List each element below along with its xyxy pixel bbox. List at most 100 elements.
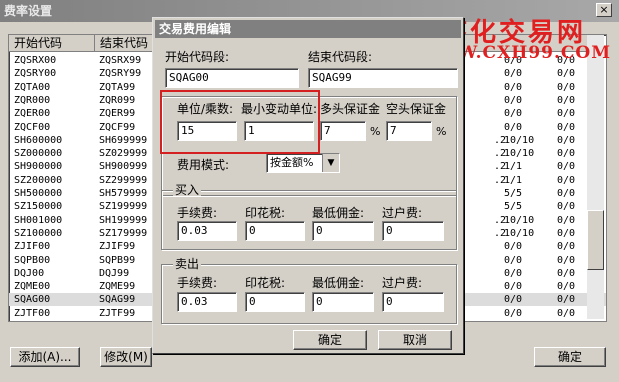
sell-commission-label: 手续费: [177,276,218,290]
chevron-down-icon[interactable]: ▼ [322,154,339,172]
buy-min-comm-label: 最低佣金: [312,206,365,220]
cell-col5: 0/0 [557,161,576,173]
cell-col4: 0/0 [504,68,523,80]
cell-start-code: SZ100000 [14,227,63,239]
cell-col4: 1/1 [504,161,523,173]
vertical-scrollbar[interactable] [587,35,604,319]
buy-transfer-label: 过户费: [382,206,423,220]
cell-col5: 0/0 [557,201,576,213]
cell-col4: 0/0 [504,307,523,319]
cell-col5: 0/0 [557,94,576,106]
cell-end-code: SH579999 [99,188,148,199]
cell-col4: 0/0 [504,81,523,93]
sell-min-comm-field[interactable]: 0 [312,292,374,312]
outer-ok-button[interactable]: 确定 [534,347,606,367]
cell-col5: 0/0 [557,81,576,93]
short-margin-field[interactable]: 7 [386,121,432,141]
cell-start-code: SH001000 [14,214,63,226]
sell-stamp-label: 印花税: [245,276,286,290]
cell-start-code: ZQTA00 [14,81,51,93]
cell-col5: 0/0 [557,267,576,279]
sell-transfer-field[interactable]: 0 [382,292,444,312]
cell-col4: 10/10 [504,227,535,239]
cell-col5: 0/0 [557,307,576,319]
buy-transfer-field[interactable]: 0 [382,221,444,241]
cell-col5: 0/0 [557,108,576,120]
buy-group-title: 买入 [173,183,202,197]
long-margin-label: 多头保证金 [320,102,381,116]
cell-start-code: ZJTF00 [14,307,51,319]
end-code-label: 结束代码段: [308,50,373,64]
cell-end-code: ZQSRY99 [99,68,142,80]
cell-col4: 0/0 [504,108,523,120]
dialog-cancel-button[interactable]: 取消 [378,330,452,350]
cell-col5: 0/0 [557,148,576,160]
fee-edit-dialog: 交易费用编辑 开始代码段: SQAG00 结束代码段: SQAG99 单位/乘数… [152,17,464,354]
cell-col4: 0/0 [504,121,523,133]
cell-start-code: ZQSRX00 [14,55,57,66]
sell-commission-field[interactable]: 0.03 [177,292,237,312]
cell-col4: 0/0 [504,241,523,253]
cell-start-code: DQJ00 [14,267,45,279]
cell-col4: 5/5 [504,201,523,213]
cell-start-code: ZJIF00 [14,241,51,253]
cell-end-code: ZQTA99 [99,81,136,93]
cell-end-code: ZQR099 [99,94,136,106]
short-margin-label: 空头保证金 [386,102,447,116]
cell-col5: 0/0 [557,241,576,253]
sell-transfer-label: 过户费: [382,276,423,290]
cell-start-code: SQAG00 [14,294,51,306]
cell-end-code: SH900999 [99,161,148,173]
cell-end-code: ZJIF99 [99,241,136,253]
cell-col4: 5/5 [504,188,523,199]
cell-end-code: SH199999 [99,214,148,226]
cell-end-code: ZQME99 [99,281,136,293]
buy-stamp-field[interactable]: 0 [245,221,305,241]
sell-group-title: 卖出 [173,257,202,271]
dialog-ok-button[interactable]: 确定 [293,330,367,350]
cell-col4: 1/1 [504,174,523,186]
cell-col5: 0/0 [557,214,576,226]
cell-start-code: ZQER00 [14,108,51,120]
cell-start-code: SQPB00 [14,254,51,266]
start-code-label: 开始代码段: [165,50,230,64]
cell-end-code: SQAG99 [99,294,136,306]
cell-start-code: SZ150000 [14,201,63,213]
cell-col4: 0/0 [504,254,523,266]
modify-button[interactable]: 修改(M) [100,347,152,367]
cell-start-code: SH500000 [14,188,63,199]
buy-stamp-label: 印花税: [245,206,286,220]
buy-min-comm-field[interactable]: 0 [312,221,374,241]
cell-start-code: SH900000 [14,161,63,173]
cell-end-code: SZ299999 [99,174,148,186]
cell-start-code: SH600000 [14,134,63,146]
cell-col4: 0/0 [504,281,523,293]
cell-col5: 0/0 [557,227,576,239]
cell-col5: 0/0 [557,281,576,293]
fee-mode-value: 按金额% [270,156,314,169]
fee-mode-label: 费用模式: [177,158,230,172]
long-margin-field[interactable]: 7 [320,121,366,141]
start-code-field[interactable]: SQAG00 [165,68,299,88]
column-header-start-code[interactable]: 开始代码 [9,35,95,52]
cell-end-code: ZQSRX99 [99,55,142,66]
end-code-field[interactable]: SQAG99 [308,68,458,88]
scrollbar-thumb[interactable] [587,210,604,270]
buy-commission-field[interactable]: 0.03 [177,221,237,241]
cell-col4: 10/10 [504,134,535,146]
cell-col4: 10/10 [504,214,535,226]
cell-col5: 0/0 [557,134,576,146]
cell-col5: 0/0 [557,121,576,133]
cell-start-code: ZQSRY00 [14,68,57,80]
cell-col4: 0/0 [504,94,523,106]
cell-col5: 0/0 [557,188,576,199]
cell-col4: 0/0 [504,294,523,306]
cell-end-code: SZ199999 [99,201,148,213]
add-button[interactable]: 添加(A)... [10,347,80,367]
cell-end-code: SQPB99 [99,254,136,266]
sell-stamp-field[interactable]: 0 [245,292,305,312]
cell-end-code: SZ179999 [99,227,148,239]
highlight-annotation [160,90,320,154]
fee-mode-select[interactable]: 按金额% ▼ [266,153,340,173]
sell-min-comm-label: 最低佣金: [312,276,365,290]
